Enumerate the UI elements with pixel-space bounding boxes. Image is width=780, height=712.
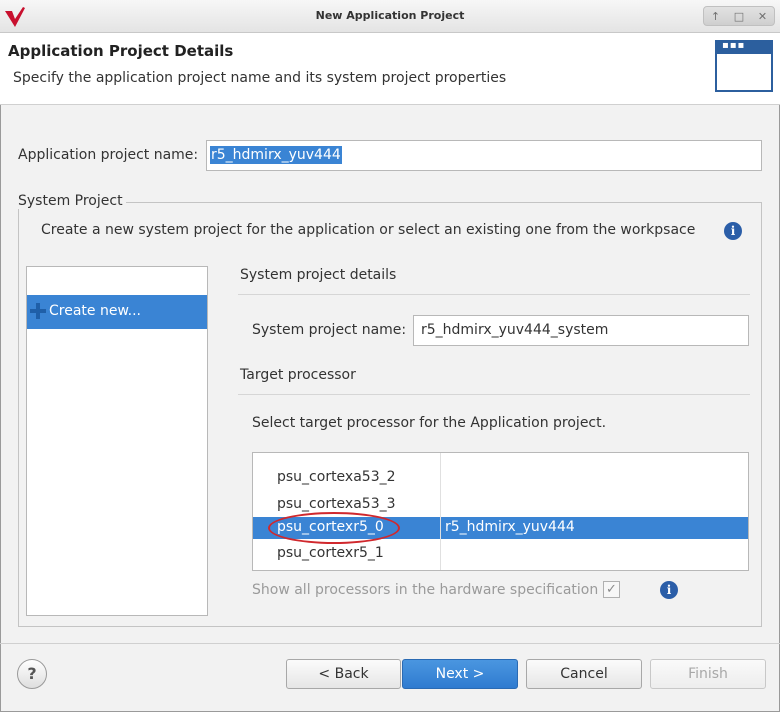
close-icon[interactable]: ✕ xyxy=(758,10,767,23)
page-subtitle: Specify the application project name and… xyxy=(13,70,507,86)
system-project-label: System Project xyxy=(18,193,126,209)
project-name-input[interactable]: r5_hdmirx_yuv444 xyxy=(206,140,762,171)
system-project-name-input[interactable]: r5_hdmirx_yuv444_system xyxy=(413,315,749,346)
table-row[interactable]: psu_cortexr5_1 xyxy=(253,543,748,565)
processor-cell: psu_cortexa53_2 xyxy=(277,469,396,485)
system-project-details-title: System project details xyxy=(240,267,397,283)
footer-divider xyxy=(0,643,780,644)
project-name-label: Application project name: xyxy=(18,147,199,163)
window-controls: ↑ □ ✕ xyxy=(703,6,775,26)
system-project-description: Create a new system project for the appl… xyxy=(41,222,696,238)
target-processor-description: Select target processor for the Applicat… xyxy=(252,415,607,431)
header-banner: Application Project Details Specify the … xyxy=(0,33,780,105)
show-all-processors-label: Show all processors in the hardware spec… xyxy=(252,582,599,598)
processor-cell: psu_cortexa53_3 xyxy=(277,496,396,512)
next-button[interactable]: Next > xyxy=(402,659,518,689)
wizard-window-icon: ▪▪▪ xyxy=(715,40,773,92)
back-button[interactable]: < Back xyxy=(286,659,401,689)
list-item-create-new[interactable]: Create new... xyxy=(27,295,207,329)
system-project-list: Create new... xyxy=(26,266,208,616)
cancel-button[interactable]: Cancel xyxy=(526,659,642,689)
processor-cell: psu_cortexr5_1 xyxy=(277,545,384,561)
system-project-name-label: System project name: xyxy=(252,322,407,338)
divider xyxy=(238,294,750,295)
table-row[interactable]: psu_cortexa53_2 xyxy=(253,467,748,489)
restore-icon[interactable]: □ xyxy=(734,10,744,23)
annotation-circle xyxy=(268,512,400,544)
finish-button[interactable]: Finish xyxy=(650,659,766,689)
page-title: Application Project Details xyxy=(8,42,234,60)
application-cell: r5_hdmirx_yuv444 xyxy=(445,519,575,535)
info-icon[interactable]: i xyxy=(724,222,742,240)
title-bar: New Application Project ↑ □ ✕ xyxy=(0,0,780,33)
info-icon[interactable]: i xyxy=(660,581,678,599)
divider xyxy=(238,394,750,395)
list-item-label: Create new... xyxy=(49,303,141,319)
column-divider xyxy=(440,453,441,570)
show-all-processors-checkbox[interactable]: ✓ xyxy=(603,581,620,598)
help-button[interactable]: ? xyxy=(17,659,47,689)
window-title: New Application Project xyxy=(315,9,465,22)
maximize-icon[interactable]: ↑ xyxy=(711,10,720,23)
plus-icon xyxy=(30,303,46,319)
target-processor-title: Target processor xyxy=(240,367,356,383)
project-name-value: r5_hdmirx_yuv444 xyxy=(210,146,342,164)
